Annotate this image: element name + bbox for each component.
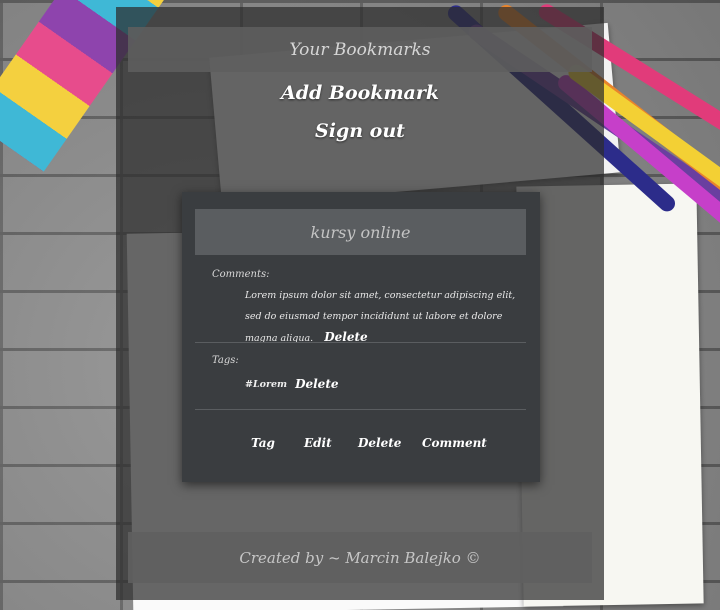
delete-tag-button[interactable]: Delete (295, 377, 338, 391)
bookmark-title[interactable]: kursy online (311, 223, 411, 242)
edit-button[interactable]: Edit (304, 436, 332, 450)
sign-out-link[interactable]: Sign out (0, 120, 720, 142)
comment-text: Lorem ipsum dolor sit amet, consectetur … (245, 290, 516, 344)
tag-item: #Lorem Delete (245, 377, 339, 391)
card-actions: Tag Edit Delete Comment (182, 436, 540, 456)
header-bar: Your Bookmarks (128, 27, 592, 72)
footer-bar: Created by ~ Marcin Balejko © (128, 532, 592, 583)
tag-text: #Lorem (245, 378, 288, 390)
tag-button[interactable]: Tag (251, 436, 275, 450)
comment-button[interactable]: Comment (422, 436, 487, 450)
add-bookmark-link[interactable]: Add Bookmark (0, 82, 720, 104)
delete-button[interactable]: Delete (358, 436, 401, 450)
comments-label: Comments: (212, 269, 270, 280)
page-title: Your Bookmarks (289, 39, 431, 60)
divider (195, 409, 526, 410)
tags-label: Tags: (212, 355, 239, 366)
comment-item: Lorem ipsum dolor sit amet, consectetur … (245, 285, 520, 349)
card-title-bar: kursy online (195, 209, 526, 255)
footer-credit: Created by ~ Marcin Balejko © (239, 548, 481, 567)
divider (195, 342, 526, 343)
bookmark-card: kursy online Comments: Lorem ipsum dolor… (182, 192, 540, 482)
